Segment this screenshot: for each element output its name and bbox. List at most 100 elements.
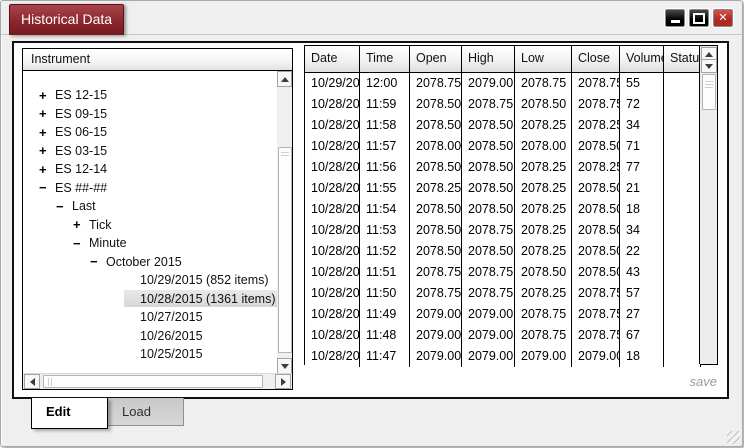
table-row[interactable]: 10/28/201511:502078.752078.752078.252078… [305, 283, 717, 304]
tree-hscrollbar-thumb[interactable] [43, 375, 263, 388]
tree-item[interactable]: 10/27/2015 [23, 308, 277, 327]
cell-date[interactable]: 10/28/2015 [305, 157, 360, 178]
grid-scrollbar-thumb[interactable] [702, 74, 716, 110]
cell-date[interactable]: 10/28/2015 [305, 346, 360, 367]
cell-status[interactable] [664, 115, 701, 136]
tree-item[interactable]: 10/28/2015 (1361 items) [23, 290, 277, 309]
column-header-high[interactable]: High [462, 46, 515, 72]
cell-low[interactable]: 2078.75 [515, 73, 572, 94]
cell-time[interactable]: 11:52 [360, 241, 410, 262]
collapse-icon[interactable]: − [73, 236, 89, 251]
table-row[interactable]: 10/28/201511:482079.002079.002078.752078… [305, 325, 717, 346]
table-row[interactable]: 10/28/201511:472079.002079.002079.002079… [305, 346, 717, 367]
tree-item[interactable]: −Last [23, 197, 277, 216]
cell-time[interactable]: 11:50 [360, 283, 410, 304]
cell-low[interactable]: 2079.00 [515, 346, 572, 367]
cell-date[interactable]: 10/28/2015 [305, 94, 360, 115]
cell-date[interactable]: 10/29/2015 [305, 73, 360, 94]
maximize-button[interactable] [689, 9, 709, 27]
expand-icon[interactable]: + [39, 125, 55, 140]
cell-date[interactable]: 10/28/2015 [305, 283, 360, 304]
scroll-left-button[interactable] [24, 374, 40, 389]
cell-open[interactable]: 2078.75 [410, 283, 462, 304]
cell-low[interactable]: 2078.50 [515, 94, 572, 115]
cell-status[interactable] [664, 262, 701, 283]
expand-icon[interactable]: + [39, 88, 55, 103]
cell-status[interactable] [664, 241, 701, 262]
expand-icon[interactable]: + [73, 217, 89, 232]
cell-high[interactable]: 2079.00 [462, 346, 515, 367]
collapse-icon[interactable]: − [56, 199, 72, 214]
cell-date[interactable]: 10/28/2015 [305, 136, 360, 157]
cell-date[interactable]: 10/28/2015 [305, 220, 360, 241]
tree-item[interactable]: +ES 12-14 [23, 160, 277, 179]
cell-volume[interactable]: 18 [620, 199, 664, 220]
cell-high[interactable]: 2079.00 [462, 73, 515, 94]
scroll-right-button[interactable] [275, 374, 291, 389]
expand-icon[interactable]: + [39, 162, 55, 177]
cell-high[interactable]: 2079.00 [462, 325, 515, 346]
tree-item[interactable]: −Minute [23, 234, 277, 253]
cell-date[interactable]: 10/28/2015 [305, 262, 360, 283]
cell-open[interactable]: 2078.50 [410, 220, 462, 241]
cell-low[interactable]: 2078.25 [515, 115, 572, 136]
cell-time[interactable]: 11:58 [360, 115, 410, 136]
cell-low[interactable]: 2078.25 [515, 178, 572, 199]
tree-item[interactable]: +ES 03-15 [23, 142, 277, 161]
cell-close[interactable]: 2078.75 [572, 94, 620, 115]
cell-low[interactable]: 2078.75 [515, 304, 572, 325]
cell-low[interactable]: 2078.25 [515, 241, 572, 262]
cell-date[interactable]: 10/28/2015 [305, 325, 360, 346]
cell-low[interactable]: 2078.25 [515, 199, 572, 220]
cell-close[interactable]: 2078.50 [572, 241, 620, 262]
cell-volume[interactable]: 18 [620, 346, 664, 367]
cell-open[interactable]: 2078.50 [410, 157, 462, 178]
cell-open[interactable]: 2078.75 [410, 73, 462, 94]
cell-low[interactable]: 2078.50 [515, 262, 572, 283]
cell-time[interactable]: 11:48 [360, 325, 410, 346]
cell-open[interactable]: 2078.50 [410, 199, 462, 220]
cell-close[interactable]: 2078.75 [572, 283, 620, 304]
cell-volume[interactable]: 21 [620, 178, 664, 199]
cell-status[interactable] [664, 283, 701, 304]
save-link[interactable]: save [690, 374, 717, 389]
cell-date[interactable]: 10/28/2015 [305, 304, 360, 325]
table-row[interactable]: 10/28/201511:582078.502078.502078.252078… [305, 115, 717, 136]
cell-date[interactable]: 10/28/2015 [305, 241, 360, 262]
cell-time[interactable]: 12:00 [360, 73, 410, 94]
cell-high[interactable]: 2079.00 [462, 304, 515, 325]
tree-item[interactable]: −October 2015 [23, 253, 277, 272]
cell-time[interactable]: 11:53 [360, 220, 410, 241]
cell-volume[interactable]: 43 [620, 262, 664, 283]
cell-date[interactable]: 10/28/2015 [305, 115, 360, 136]
tree-item[interactable]: +ES 12-15 [23, 86, 277, 105]
cell-high[interactable]: 2078.50 [462, 178, 515, 199]
cell-low[interactable]: 2078.00 [515, 136, 572, 157]
expand-icon[interactable]: + [39, 143, 55, 158]
cell-status[interactable] [664, 346, 701, 367]
tree-item[interactable]: +ES 06-15 [23, 123, 277, 142]
cell-time[interactable]: 11:49 [360, 304, 410, 325]
tree-item[interactable]: 10/26/2015 [23, 327, 277, 346]
cell-open[interactable]: 2078.50 [410, 115, 462, 136]
resize-grip[interactable] [727, 431, 740, 444]
tab-edit[interactable]: Edit [31, 398, 108, 429]
cell-high[interactable]: 2078.75 [462, 220, 515, 241]
table-row[interactable]: 10/28/201511:562078.502078.502078.252078… [305, 157, 717, 178]
cell-close[interactable]: 2078.75 [572, 73, 620, 94]
column-header-time[interactable]: Time [360, 46, 410, 72]
tree-vertical-scrollbar[interactable] [277, 71, 292, 374]
column-header-date[interactable]: Date [305, 46, 360, 72]
cell-status[interactable] [664, 136, 701, 157]
cell-time[interactable]: 11:54 [360, 199, 410, 220]
table-row[interactable]: 10/28/201511:572078.002078.502078.002078… [305, 136, 717, 157]
cell-volume[interactable]: 27 [620, 304, 664, 325]
cell-time[interactable]: 11:57 [360, 136, 410, 157]
cell-time[interactable]: 11:59 [360, 94, 410, 115]
cell-high[interactable]: 2078.50 [462, 241, 515, 262]
column-header-close[interactable]: Close [572, 46, 620, 72]
cell-time[interactable]: 11:51 [360, 262, 410, 283]
table-row[interactable]: 10/28/201511:492079.002079.002078.752078… [305, 304, 717, 325]
cell-time[interactable]: 11:55 [360, 178, 410, 199]
cell-low[interactable]: 2078.25 [515, 157, 572, 178]
